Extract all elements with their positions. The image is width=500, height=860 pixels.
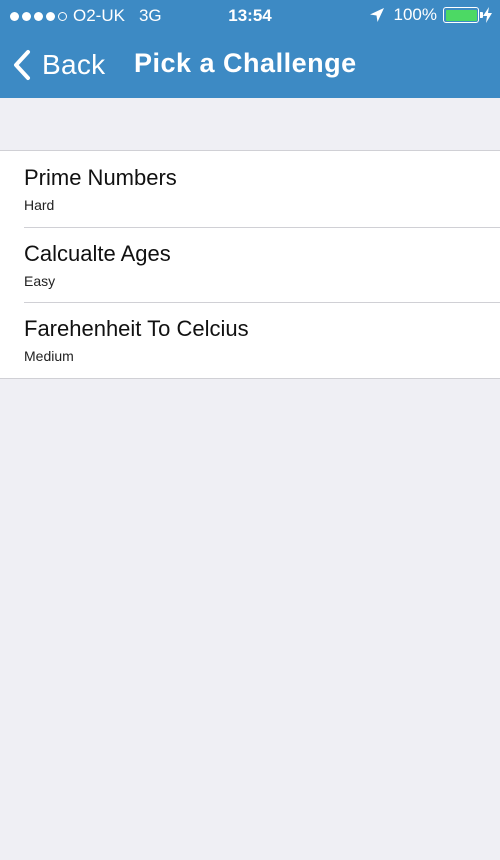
status-right: 100%: [369, 5, 492, 25]
status-bar: O2-UK 3G 13:54 100%: [0, 0, 500, 33]
challenge-title: Prime Numbers: [24, 165, 177, 190]
challenge-title: Calcualte Ages: [24, 240, 171, 266]
back-button[interactable]: Back: [12, 47, 105, 83]
header: O2-UK 3G 13:54 100% Back Pick a Challeng…: [0, 0, 500, 98]
battery-percent: 100%: [393, 5, 437, 24]
challenge-difficulty: Hard: [24, 197, 55, 213]
challenge-difficulty: Medium: [24, 348, 74, 364]
charging-bolt-icon: [483, 7, 492, 23]
challenge-list: Prime Numbers Hard Calcualte Ages Easy F…: [0, 150, 500, 379]
location-arrow-icon: [369, 8, 384, 22]
back-label: Back: [42, 49, 106, 80]
list-item-calculate-ages[interactable]: Calcualte Ages Easy: [0, 226, 500, 303]
list-item-prime-numbers[interactable]: Prime Numbers Hard: [0, 151, 500, 227]
challenge-difficulty: Easy: [24, 272, 56, 289]
navigation-bar: Back Pick a Challenge: [0, 33, 500, 98]
list-item-fahrenheit-to-celsius[interactable]: Farehenheit To Celcius Medium: [0, 302, 500, 378]
challenge-title: Farehenheit To Celcius: [24, 316, 249, 341]
battery-fill: [445, 9, 477, 21]
battery-icon: [443, 7, 483, 23]
page-title: Pick a Challenge: [134, 48, 357, 78]
chevron-left-icon: [14, 50, 30, 80]
